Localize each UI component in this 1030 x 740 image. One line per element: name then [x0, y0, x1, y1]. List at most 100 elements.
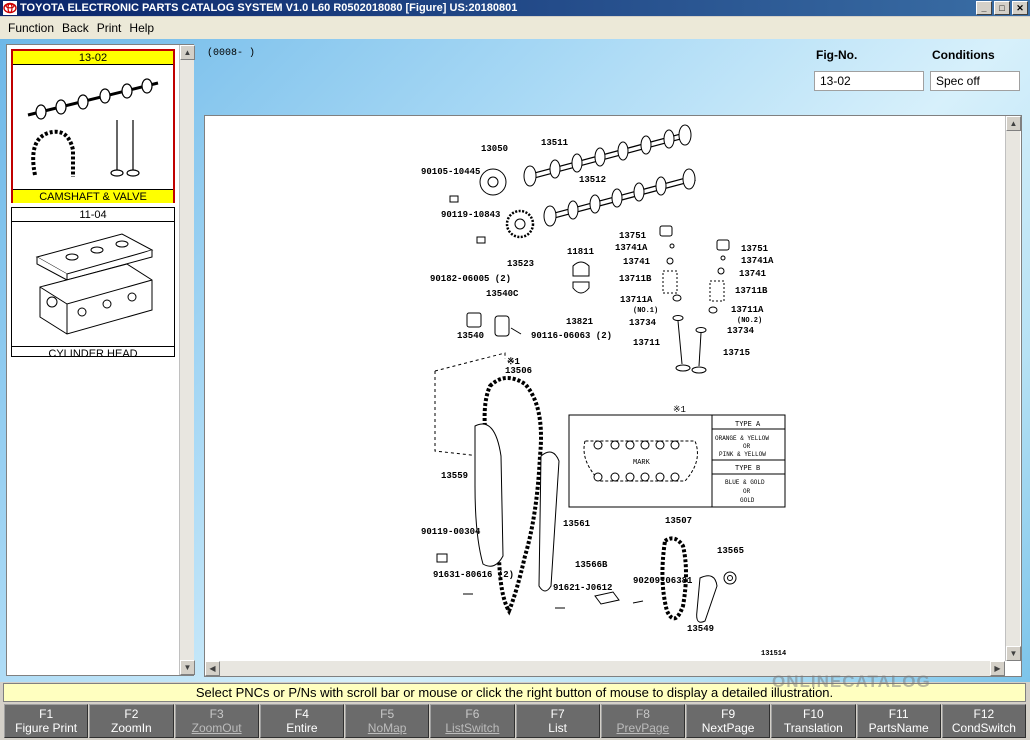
part-label[interactable]: 13561 [563, 519, 591, 529]
part-label[interactable]: 90182-06005 (2) [430, 274, 511, 284]
fkey-number: F3 [209, 707, 224, 721]
fkey-label: Entire [286, 721, 318, 735]
fkey-number: F11 [888, 707, 909, 721]
part-label[interactable]: 90116-06063 (2) [531, 331, 612, 341]
part-label[interactable]: 90209-06381 [633, 576, 693, 586]
part-label[interactable]: 90119-10843 [441, 210, 500, 220]
thumbnail-code: 13-02 [13, 51, 173, 65]
part-label[interactable]: 13821 [566, 317, 594, 327]
part-label[interactable]: 13566B [575, 560, 608, 570]
inset-text: TYPE A [735, 421, 761, 429]
conditions-label: Conditions [932, 48, 995, 62]
window-title: TOYOTA ELECTRONIC PARTS CATALOG SYSTEM V… [20, 2, 518, 14]
part-label[interactable]: 13741A [741, 256, 774, 266]
part-label[interactable]: 13565 [717, 546, 744, 556]
fkey-number: F6 [465, 707, 480, 721]
inset-text: BLUE & GOLD [725, 479, 765, 486]
fkey-label: CondSwitch [951, 721, 1016, 735]
fkey-f9-button[interactable]: F9 NextPage [686, 704, 771, 738]
part-label[interactable]: 91621-J0612 [553, 583, 612, 593]
part-label[interactable]: (NO.1) [633, 307, 658, 315]
maximize-button[interactable]: □ [994, 1, 1010, 15]
part-label[interactable]: 90105-10445 [421, 167, 480, 177]
parts-diagram[interactable]: 13050 13511 13512 90105-10445 90119-10843 135… [205, 116, 1021, 661]
menu-function[interactable]: Function [4, 21, 58, 35]
scroll-right-button[interactable]: ▶ [990, 661, 1005, 676]
part-label[interactable]: 13540C [486, 289, 519, 299]
fkey-label: NextPage [701, 721, 755, 735]
fkey-f5-button[interactable]: F5 NoMap [345, 704, 430, 738]
close-button[interactable]: ✕ [1012, 1, 1028, 15]
fkey-f6-button[interactable]: F6 ListSwitch [430, 704, 515, 738]
fkey-f11-button[interactable]: F11 PartsName [856, 704, 941, 738]
part-label[interactable]: 13523 [507, 259, 534, 269]
fkey-number: F8 [635, 707, 650, 721]
fkey-f1-button[interactable]: F1 Figure Print [4, 704, 89, 738]
toyota-logo-icon [3, 1, 17, 15]
part-label[interactable]: 91631-80616 (2) [433, 570, 514, 580]
part-label[interactable]: 13559 [441, 471, 468, 481]
scroll-up-button[interactable]: ▲ [1006, 116, 1021, 131]
fkey-f2-button[interactable]: F2 ZoomIn [89, 704, 174, 738]
conditions-field[interactable]: Spec off [930, 71, 1020, 91]
part-label[interactable]: 90119-00304 [421, 527, 481, 537]
fkey-f12-button[interactable]: F12 CondSwitch [941, 704, 1026, 738]
part-label[interactable]: 13711A [620, 295, 653, 305]
part-label[interactable]: 13511 [541, 138, 569, 148]
menu-help[interactable]: Help [125, 21, 158, 35]
fkey-f10-button[interactable]: F10 Translation [771, 704, 856, 738]
part-label[interactable]: 13751 [619, 231, 647, 241]
part-label[interactable]: 13734 [727, 326, 755, 336]
part-label[interactable]: 13050 [481, 144, 508, 154]
fkey-f3-button[interactable]: F3 ZoomOut [174, 704, 259, 738]
fkey-number: F10 [803, 707, 824, 721]
title-bar: TOYOTA ELECTRONIC PARTS CATALOG SYSTEM V… [0, 0, 1030, 16]
thumbnail-camshaft-valve[interactable]: 13-02 CAMSHAFT & VALVE [11, 49, 175, 203]
part-label[interactable]: 13715 [723, 348, 750, 358]
inset-text: PINK & YELLOW [719, 451, 766, 458]
part-label[interactable]: 13506 [505, 366, 532, 376]
thumbnail-cylinder-head[interactable]: 11-04 CYLINDER HEAD [11, 207, 175, 360]
part-label[interactable]: 13711A [731, 305, 764, 315]
part-label[interactable]: 13734 [629, 318, 657, 328]
menu-bar: Function Back Print Help [0, 17, 1030, 39]
part-label[interactable]: 13540 [457, 331, 484, 341]
menu-back[interactable]: Back [58, 21, 93, 35]
part-label[interactable]: 13741 [623, 257, 651, 267]
fkey-f4-button[interactable]: F4 Entire [259, 704, 344, 738]
minimize-button[interactable]: _ [976, 1, 992, 15]
part-label[interactable]: 13711 [633, 338, 661, 348]
fig-no-field[interactable]: 13-02 [814, 71, 924, 91]
fkey-number: F9 [721, 707, 736, 721]
part-label[interactable]: 13711B [619, 274, 652, 284]
thumbnail-name: CAMSHAFT & VALVE [13, 189, 173, 203]
scroll-up-button[interactable]: ▲ [180, 45, 195, 60]
part-label[interactable]: 13549 [687, 624, 714, 634]
part-label[interactable]: 13751 [741, 244, 769, 254]
part-label[interactable]: 13711B [735, 286, 768, 296]
thumbnail-code: 11-04 [12, 208, 174, 222]
scroll-down-button[interactable]: ▼ [180, 660, 195, 675]
illustration-viewport[interactable]: 13050 13511 13512 90105-10445 90119-10843 135… [204, 115, 1022, 677]
fkey-f8-button[interactable]: F8 PrevPage [600, 704, 685, 738]
fkey-number: F4 [294, 707, 309, 721]
part-label[interactable]: 131514 [761, 650, 786, 658]
scroll-left-button[interactable]: ◀ [205, 661, 220, 676]
part-label[interactable]: 13507 [665, 516, 692, 526]
menu-print[interactable]: Print [93, 21, 126, 35]
part-label[interactable]: 13512 [579, 175, 606, 185]
fkey-f7-button[interactable]: F7 List [515, 704, 600, 738]
illustration-vscrollbar[interactable]: ▲ ▼ [1005, 116, 1021, 661]
scroll-down-button[interactable]: ▼ [1006, 646, 1021, 661]
part-label[interactable]: 13741A [615, 243, 648, 253]
part-label[interactable]: (NO.2) [737, 317, 762, 325]
thumbnail-image [12, 222, 174, 346]
fkey-label: Translation [783, 721, 843, 735]
thumbnail-scrollbar[interactable]: ▲ ▼ [179, 45, 195, 675]
inset-text: GOLD [740, 497, 755, 504]
inset-text: ORANGE & YELLOW [715, 435, 769, 442]
fkey-number: F1 [39, 707, 54, 721]
part-label[interactable]: 13741 [739, 269, 767, 279]
inset-text: OR [743, 488, 751, 495]
part-label[interactable]: 11811 [567, 247, 595, 257]
